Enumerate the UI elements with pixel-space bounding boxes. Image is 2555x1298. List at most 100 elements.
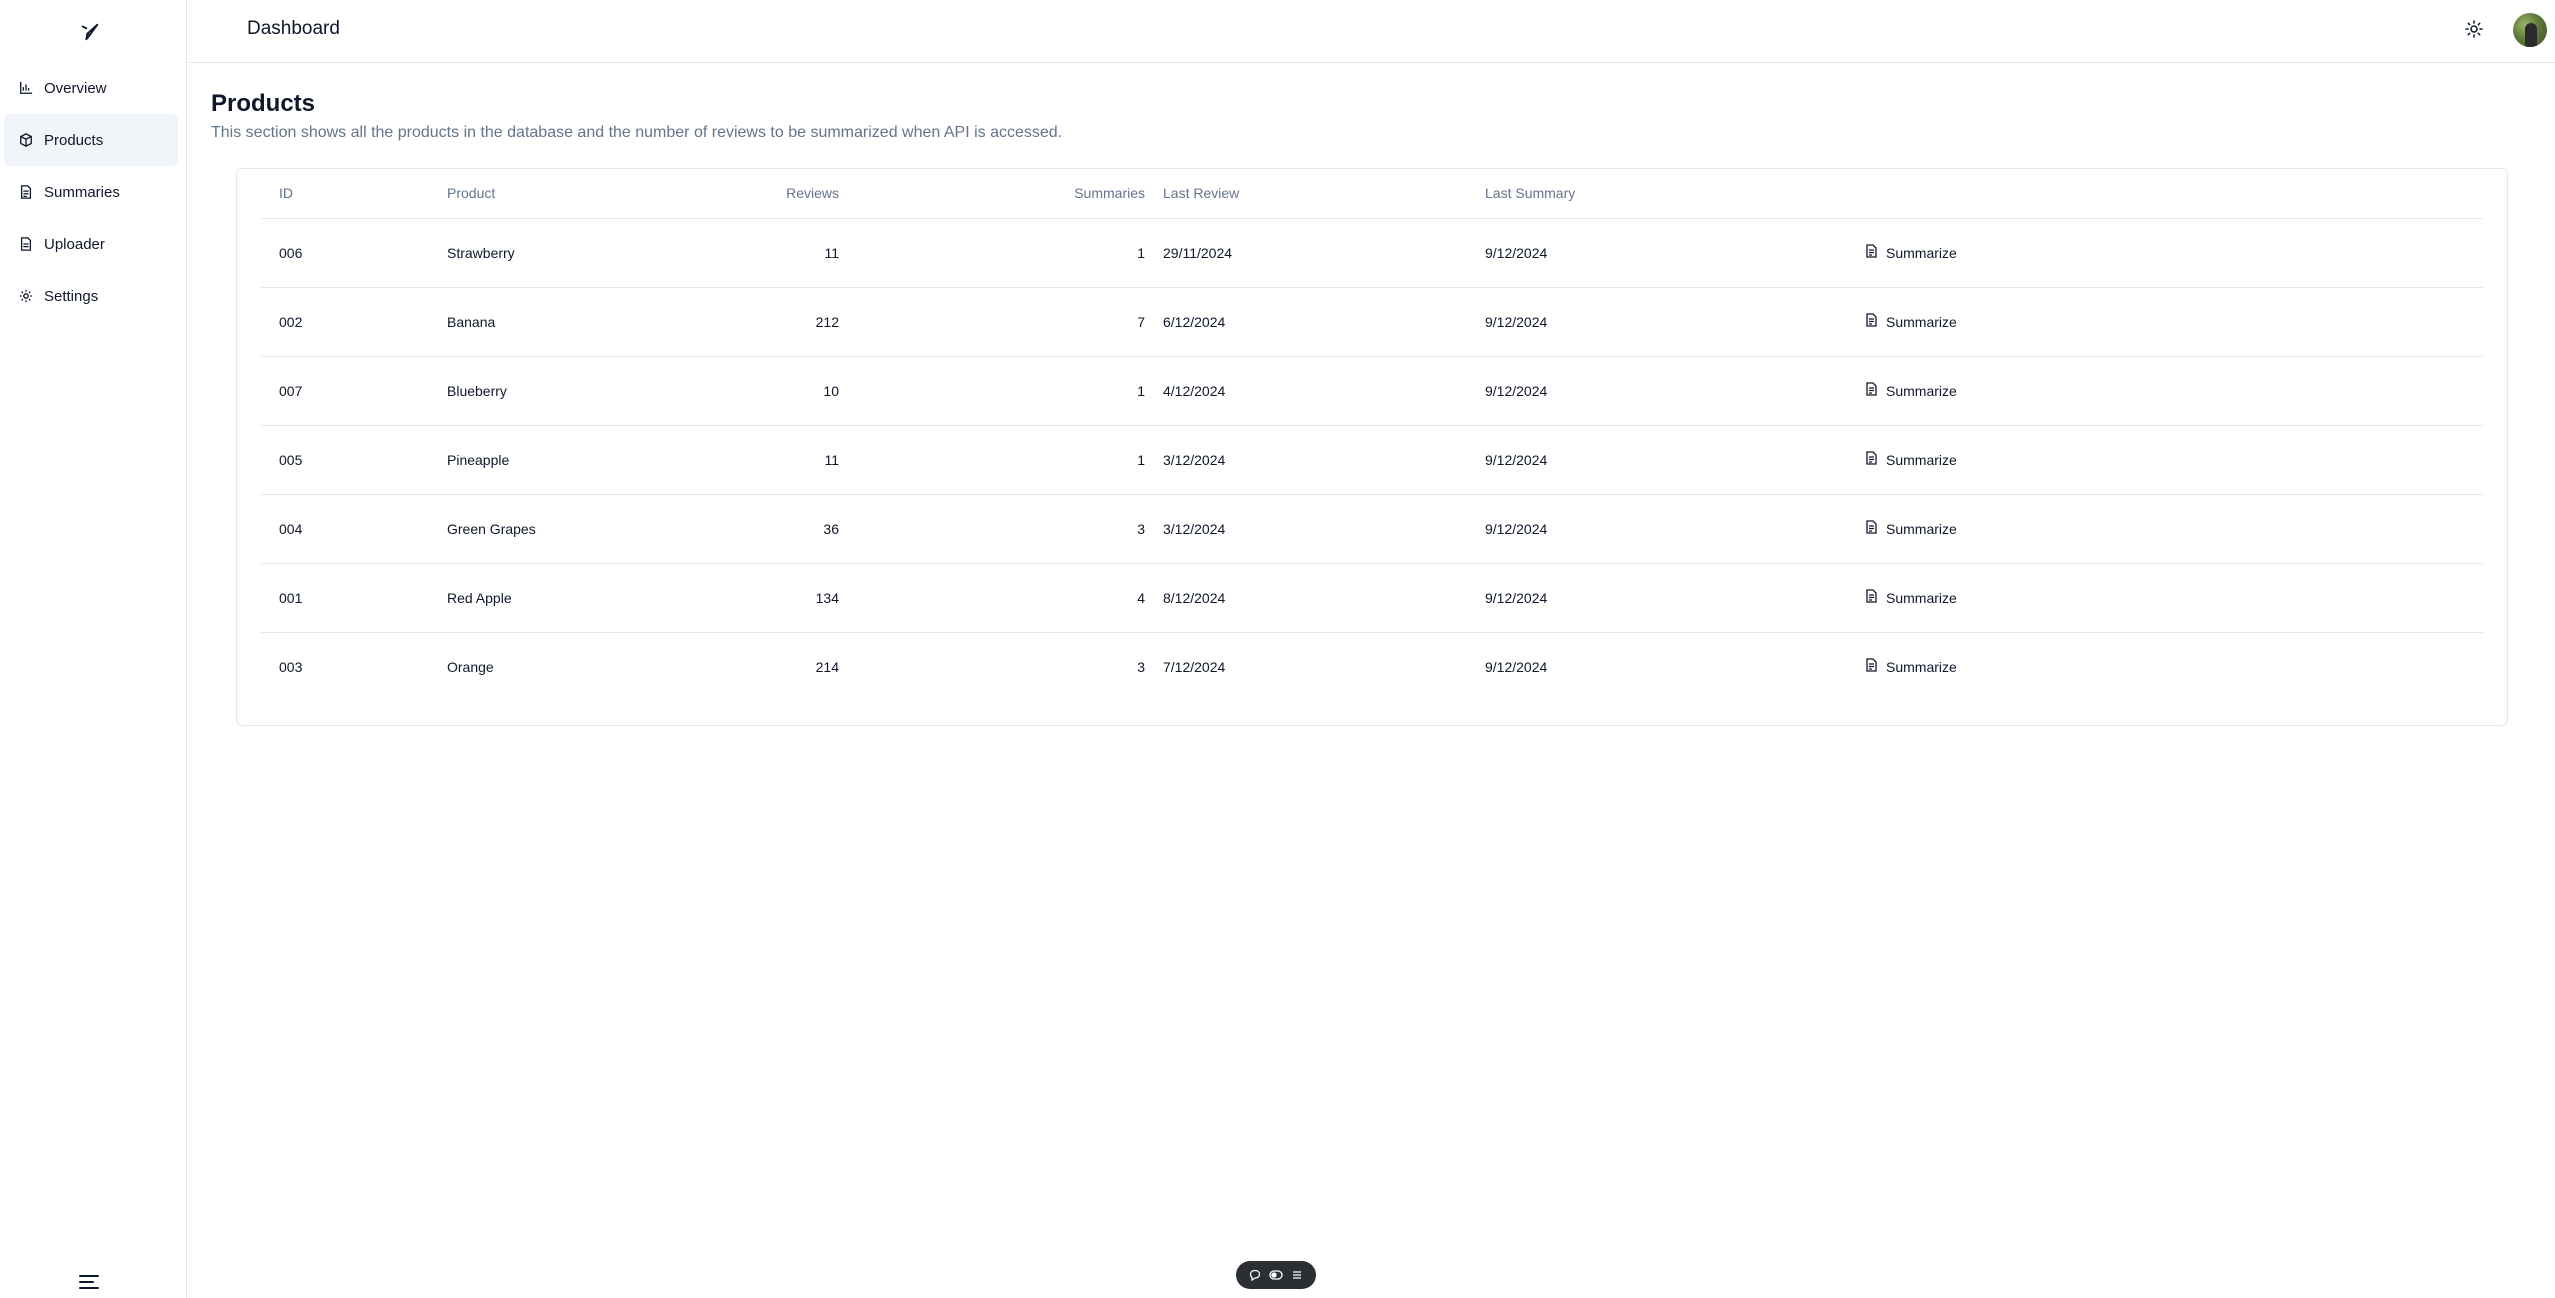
page-description: This section shows all the products in t… <box>211 124 1063 141</box>
cell-last-summary: 9/12/2024 <box>1467 218 1847 288</box>
sidebar-item-settings[interactable]: Settings <box>4 270 178 322</box>
cell-id: 004 <box>261 494 429 564</box>
cell-id: 006 <box>261 218 429 288</box>
list-icon[interactable] <box>1289 1267 1305 1283</box>
cell-action: Summarize <box>1847 425 2483 495</box>
document-icon <box>1865 313 1878 330</box>
summarize-button[interactable]: Summarize <box>1865 589 1957 606</box>
sidebar-item-summaries[interactable]: Summaries <box>4 166 178 218</box>
document-icon <box>18 184 34 200</box>
summarize-button[interactable]: Summarize <box>1865 658 1957 675</box>
cell-product: Green Grapes <box>429 494 699 564</box>
main-content: Products This section shows all the prod… <box>211 90 2527 726</box>
summarize-button[interactable]: Summarize <box>1865 451 1957 468</box>
products-card: ID Product Reviews Summaries Last Review… <box>236 168 2508 726</box>
column-header-summaries: Summaries <box>839 169 1145 219</box>
summarize-label: Summarize <box>1886 382 1957 399</box>
cell-reviews: 11 <box>699 218 839 288</box>
page-title: Products <box>211 90 316 117</box>
document-icon <box>1865 244 1878 261</box>
cell-id: 001 <box>261 563 429 633</box>
cell-id: 002 <box>261 287 429 357</box>
cell-last-summary: 9/12/2024 <box>1485 658 1548 675</box>
cell-action: Summarize <box>1847 632 2483 701</box>
table-row: 001 Red Apple 134 4 8/12/2024 9/12/2024 Summar… <box>261 563 2483 633</box>
cell-last-review: 7/12/2024 <box>1163 658 1226 675</box>
cell-action: Summarize <box>1847 494 2483 564</box>
cell-product: Red Apple <box>429 563 699 633</box>
cell-id: 007 <box>261 356 429 426</box>
cell-summaries: 1 <box>839 425 1145 495</box>
cell-last-review: 8/12/2024 <box>1145 563 1467 633</box>
cell-reviews: 36 <box>699 494 839 564</box>
cell-summaries: 3 <box>839 494 1145 564</box>
cell-last-review: 3/12/2024 <box>1145 494 1467 564</box>
column-header-reviews: Reviews <box>699 169 839 219</box>
cell-summaries: 7 <box>839 287 1145 357</box>
sidebar-item-label: Overview <box>44 79 107 97</box>
avatar[interactable] <box>2513 13 2547 47</box>
table-row: 002 Banana 212 7 6/12/2024 9/12/2024 Summarize <box>261 287 2483 357</box>
cell-last-summary: 9/12/2024 <box>1467 494 1847 564</box>
top-bar: Dashboard <box>188 0 2555 63</box>
column-header-product: Product <box>429 169 699 219</box>
gear-icon <box>18 288 34 304</box>
document-icon <box>1865 589 1878 606</box>
summarize-button[interactable]: Summarize <box>1865 520 1957 537</box>
cell-last-summary: 9/12/2024 <box>1467 425 1847 495</box>
summarize-label: Summarize <box>1886 244 1957 261</box>
cell-reviews: 11 <box>699 425 839 495</box>
document-icon <box>1865 520 1878 537</box>
sun-icon[interactable] <box>2465 20 2485 40</box>
table-row: 006 Strawberry 11 1 29/11/2024 9/12/2024 Summa… <box>261 218 2483 288</box>
box-icon <box>18 132 34 148</box>
chart-icon <box>18 80 34 96</box>
sidebar-item-overview[interactable]: Overview <box>4 62 178 114</box>
cell-product: Strawberry <box>429 218 699 288</box>
column-header-id: ID <box>261 169 429 219</box>
toggle-icon[interactable] <box>1268 1267 1284 1283</box>
table-row: 007 Blueberry 10 1 4/12/2024 9/12/2024 Summari… <box>261 356 2483 426</box>
sidebar-item-label: Products <box>44 131 104 149</box>
cell-last-summary: 9/12/2024 <box>1467 287 1847 357</box>
sidebar-nav: Overview Products Summaries Uploader Set… <box>4 62 178 322</box>
cell-summaries: 1 <box>839 218 1145 288</box>
sidebar-item-products[interactable]: Products <box>4 114 178 166</box>
menu-toggle-icon[interactable] <box>78 1274 100 1290</box>
cell-product: Pineapple <box>429 425 699 495</box>
column-header-actions <box>1847 169 2483 219</box>
chat-icon[interactable] <box>1247 1267 1263 1283</box>
summarize-button[interactable]: Summarize <box>1865 313 1957 330</box>
cell-reviews: 134 <box>699 563 839 633</box>
cell-last-review: 3/12/2024 <box>1145 425 1467 495</box>
table-row: 004 Green Grapes 36 3 3/12/2024 9/12/2024 Summ… <box>261 494 2483 564</box>
cell-action: Summarize <box>1847 287 2483 357</box>
cell-action: Summarize <box>1847 218 2483 288</box>
summarize-label: Summarize <box>1886 520 1957 537</box>
column-header-last-review: Last Review <box>1145 169 1467 219</box>
table-header-row: ID Product Reviews Summaries Last Review… <box>261 169 2483 219</box>
column-header-last-summary: Last Summary <box>1467 169 1847 219</box>
logo-icon[interactable] <box>76 18 104 46</box>
sidebar-item-label: Uploader <box>44 235 105 253</box>
summarize-button[interactable]: Summarize <box>1865 382 1957 399</box>
cell-summaries: 3 <box>1137 658 1145 675</box>
cell-product: Blueberry <box>429 356 699 426</box>
cell-last-summary: 9/12/2024 <box>1467 563 1847 633</box>
sidebar-item-uploader[interactable]: Uploader <box>4 218 178 270</box>
products-table: ID Product Reviews Summaries Last Review… <box>261 169 2483 701</box>
sidebar-item-label: Summaries <box>44 183 120 201</box>
cell-last-review: 29/11/2024 <box>1145 218 1467 288</box>
summarize-button[interactable]: Summarize <box>1865 244 1957 261</box>
cell-action: Summarize <box>1847 563 2483 633</box>
table-row: 003 Orange 214 3 7/12/2024 9/12/2024 Summarize <box>261 632 2483 701</box>
cell-last-review: 6/12/2024 <box>1145 287 1467 357</box>
page-header-title: Dashboard <box>247 18 340 39</box>
cell-product: Banana <box>429 287 699 357</box>
sidebar-item-label: Settings <box>44 287 99 305</box>
cell-reviews: 212 <box>699 287 839 357</box>
document-icon <box>1865 451 1878 468</box>
summarize-label: Summarize <box>1886 589 1957 606</box>
floating-toolbar <box>1236 1261 1316 1289</box>
cell-id: 005 <box>261 425 429 495</box>
